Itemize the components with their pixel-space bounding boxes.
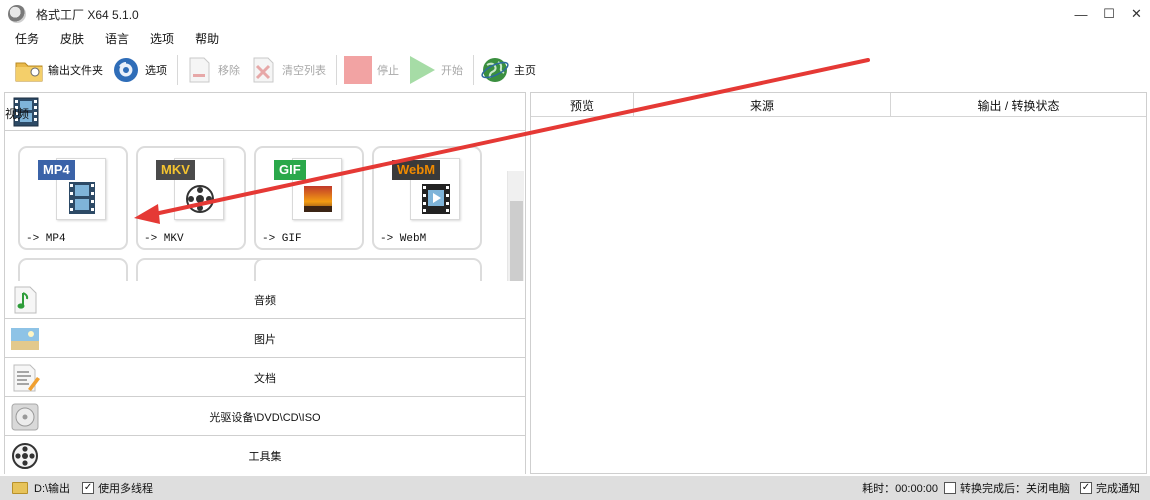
category-audio[interactable]: 音频 (5, 281, 525, 319)
toolbar-separator (177, 55, 178, 85)
close-button[interactable]: ✕ (1123, 0, 1150, 28)
stop-button[interactable]: 停止 (343, 52, 399, 88)
menu-bar: 任务 皮肤 语言 选项 帮助 (0, 28, 237, 48)
category-document-label: 文档 (254, 372, 276, 385)
format-mkv-button[interactable]: MKV -> MKV (136, 146, 246, 250)
stop-icon (344, 56, 372, 84)
category-disc[interactable]: 光驱设备\DVD\CD\ISO (5, 398, 525, 436)
folder-icon (15, 62, 43, 82)
clear-list-button[interactable]: 清空列表 (248, 52, 326, 88)
category-tools-label: 工具集 (248, 451, 282, 463)
toolbar-separator (473, 55, 474, 85)
format-tag: GIF (274, 160, 306, 180)
film-strip-icon (69, 182, 95, 214)
minimize-button[interactable]: — (1067, 0, 1095, 28)
menu-help[interactable]: 帮助 (192, 30, 222, 47)
menu-skin[interactable]: 皮肤 (57, 30, 87, 47)
category-tools[interactable]: 工具集 (5, 437, 525, 475)
toolbar: 输出文件夹 选项 移除 清空列表 停止 开始 主页 (0, 50, 1150, 90)
task-list[interactable]: 预览 来源 输出 / 转换状态 (530, 92, 1147, 474)
column-preview[interactable]: 预览 (531, 93, 634, 117)
format-label: -> MP4 (26, 233, 66, 245)
category-image-label: 图片 (254, 333, 276, 346)
stop-label: 停止 (377, 65, 399, 77)
scrollbar-thumb[interactable] (510, 201, 523, 281)
menu-language[interactable]: 语言 (102, 30, 132, 47)
video-play-icon (422, 184, 450, 214)
clear-list-icon (253, 57, 274, 83)
globe-icon (481, 58, 509, 82)
format-gif-button[interactable]: GIF -> GIF (254, 146, 364, 250)
status-right: 耗时：00:00:00 转换完成后：关闭电脑 ✓ 完成通知 (862, 476, 1140, 500)
notify-label: 完成通知 (1096, 483, 1140, 495)
remove-button[interactable]: 移除 (184, 52, 240, 88)
remove-label: 移除 (218, 65, 240, 77)
elapsed-time: 耗时：00:00:00 (862, 483, 938, 495)
menu-task[interactable]: 任务 (12, 30, 42, 47)
film-reel-icon (186, 185, 214, 213)
format-tag: MKV (156, 160, 195, 180)
column-source[interactable]: 来源 (634, 93, 891, 117)
multithread-checkbox[interactable]: ✓ (82, 482, 95, 494)
window-title: 格式工厂 X64 5.1.0 (36, 7, 139, 22)
options-button[interactable]: 选项 (111, 52, 167, 88)
play-icon (410, 56, 435, 84)
folder-icon[interactable] (12, 482, 28, 494)
category-document[interactable]: 文档 (5, 359, 525, 397)
format-mp4-button[interactable]: MP4 -> MP4 (18, 146, 128, 250)
format-button-partial[interactable] (18, 258, 128, 281)
column-output-status[interactable]: 输出 / 转换状态 (891, 93, 1146, 117)
video-scrollbar[interactable]: ▼ (507, 171, 524, 281)
category-audio-label: 音频 (254, 294, 276, 307)
menu-options[interactable]: 选项 (147, 30, 177, 47)
status-bar: D:\输出 ✓ 使用多线程 耗时：00:00:00 转换完成后：关闭电脑 ✓ 完… (0, 476, 1150, 500)
after-done-label: 转换完成后：关闭电脑 (960, 483, 1070, 495)
notify-checkbox[interactable]: ✓ (1080, 482, 1092, 494)
format-label: -> GIF (262, 233, 302, 245)
after-done-checkbox[interactable] (944, 482, 956, 494)
title-bar: 格式工厂 X64 5.1.0 — ☐ ✕ (0, 0, 1150, 28)
format-tag: WebM (392, 160, 441, 180)
app-logo-icon (8, 5, 26, 23)
home-label: 主页 (514, 65, 536, 77)
output-folder-label: 输出文件夹 (48, 65, 103, 77)
task-table-header: 预览 来源 输出 / 转换状态 (531, 93, 1146, 117)
category-video-label: 视频 (5, 107, 30, 121)
format-button-partial[interactable] (254, 258, 482, 281)
start-label: 开始 (441, 65, 463, 77)
category-video[interactable]: 视频 (5, 93, 525, 131)
category-disc-label: 光驱设备\DVD\CD\ISO (209, 411, 321, 424)
category-image[interactable]: 图片 (5, 320, 525, 358)
sunset-image-icon (304, 186, 332, 212)
toolbar-separator (336, 55, 337, 85)
format-label: -> WebM (380, 233, 427, 245)
remove-document-icon (189, 57, 210, 83)
output-path[interactable]: D:\输出 (34, 480, 70, 496)
multithread-label: 使用多线程 (98, 483, 154, 495)
clear-list-label: 清空列表 (282, 65, 326, 77)
output-folder-button[interactable]: 输出文件夹 (14, 52, 103, 88)
format-tag: MP4 (38, 160, 75, 180)
start-button[interactable]: 开始 (407, 52, 463, 88)
format-label: -> MKV (144, 233, 184, 245)
maximize-button[interactable]: ☐ (1095, 0, 1123, 28)
window-controls: — ☐ ✕ (1067, 0, 1150, 28)
format-webm-button[interactable]: WebM -> WebM (372, 146, 482, 250)
home-button[interactable]: 主页 (480, 52, 536, 88)
options-label: 选项 (145, 65, 167, 77)
function-panel: 视频 MP4 -> MP4 MKV -> MKV GIF -> GIF WebM… (4, 92, 526, 475)
gear-icon (114, 58, 138, 82)
video-format-grid: MP4 -> MP4 MKV -> MKV GIF -> GIF WebM ->… (5, 132, 525, 281)
